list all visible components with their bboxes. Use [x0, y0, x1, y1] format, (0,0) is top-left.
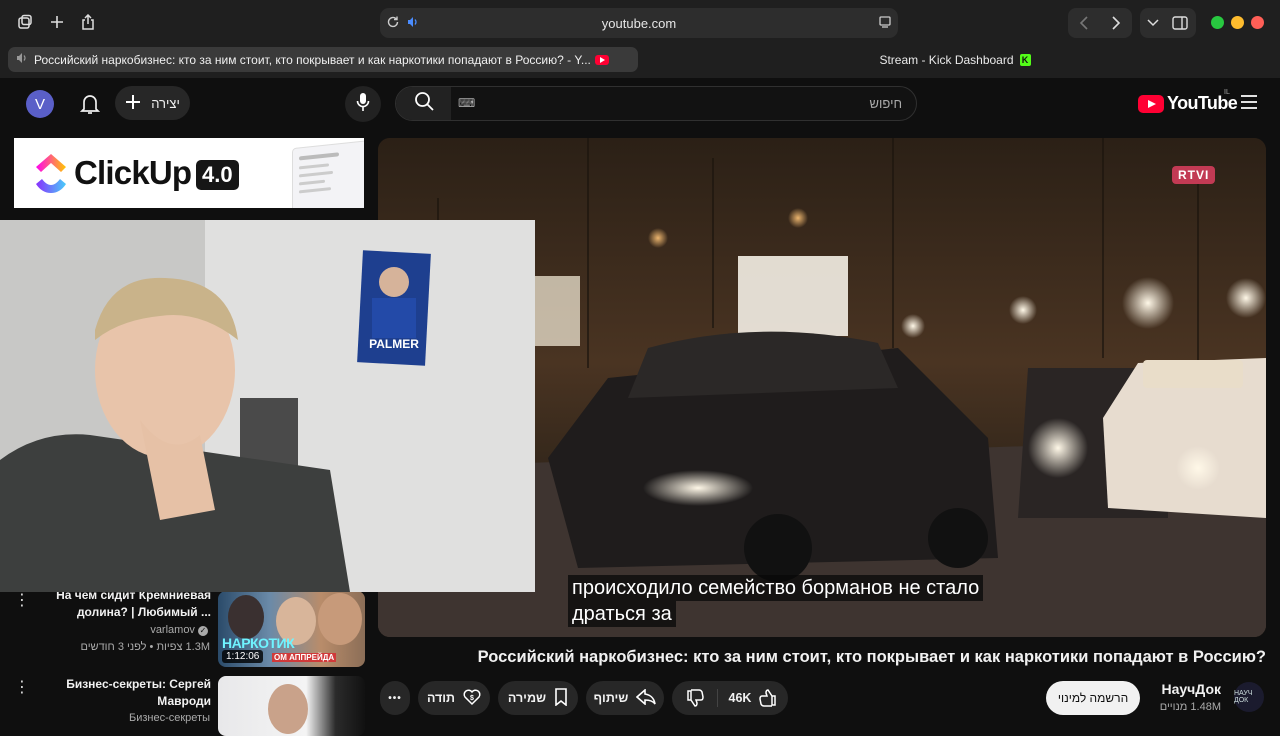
thumb-text: НАРКОТИК	[222, 635, 295, 651]
thumb-subtext: ОМ АППРЕЙДА	[272, 653, 337, 662]
like-count: 46K	[728, 691, 752, 705]
new-tab-icon[interactable]	[44, 9, 70, 35]
youtube-wordmark: YouTube	[1167, 93, 1238, 113]
window-minimize-button[interactable]	[1231, 16, 1244, 29]
subscriber-count: 1.48M מנויים	[1159, 701, 1221, 713]
share-arrow-icon	[636, 687, 657, 708]
caption-line: драться за	[568, 601, 676, 627]
like-button[interactable]: 46K	[718, 689, 788, 707]
rec-title-line: долина? | Любимый ...	[76, 605, 211, 619]
search-placeholder: חיפוש	[869, 96, 902, 111]
microphone-icon	[356, 92, 370, 117]
rec-thumbnail[interactable]: НАРКОТИК ОМ АППРЕЙДА 1:12:06	[218, 591, 365, 667]
back-icon[interactable]	[1068, 16, 1100, 30]
rec-title: Бизнес-секреты: Сергей Мавроди	[21, 676, 211, 710]
wall-poster: PALMER	[357, 250, 431, 366]
rec-thumbnail[interactable]	[218, 676, 365, 736]
tab-youtube[interactable]: Российский наркобизнес: кто за ним стоит…	[8, 47, 638, 72]
voice-search-button[interactable]	[345, 86, 381, 122]
window-close-button[interactable]	[1251, 16, 1264, 29]
rec-meta: 1.3M צפיות • לפני 3 חודשים	[80, 641, 210, 653]
reader-mode-icon[interactable]	[878, 15, 892, 32]
like-dislike-group: 46K	[672, 681, 788, 715]
caption-line: происходило семейство борманов не стало	[568, 575, 984, 601]
duration-badge: 1:12:06	[222, 650, 264, 663]
youtube-header: V יצירה ⌨ חיפוש YouTube IL	[0, 78, 1280, 130]
plus-icon	[125, 94, 141, 113]
window-zoom-button[interactable]	[1211, 16, 1224, 29]
channel-name[interactable]: НаучДок	[1161, 681, 1221, 697]
sidebar-toggle-icon[interactable]	[12, 9, 38, 35]
share-button[interactable]: שיתוף	[586, 681, 664, 715]
search-button[interactable]	[396, 87, 451, 120]
webcam-feed: PALMER	[0, 220, 535, 592]
channel-watermark: RTVI	[1172, 166, 1216, 184]
dislike-button[interactable]	[672, 689, 718, 707]
avatar[interactable]: V	[26, 90, 54, 118]
thumbs-down-icon	[686, 689, 704, 707]
ad-version-badge: 4.0	[196, 160, 239, 190]
youtube-favicon-icon	[594, 54, 609, 65]
chevron-down-icon[interactable]	[1140, 19, 1166, 27]
rec-title: На чем сидит Кремниевая долина? | Любимы…	[21, 587, 211, 621]
rec-title-line: Бизнес-секреты: Сергей	[66, 677, 211, 691]
search-input[interactable]: ⌨ חיפוש	[395, 86, 917, 121]
create-button[interactable]: יצירה	[115, 86, 190, 120]
create-label: יצירה	[151, 95, 180, 111]
subscribe-button[interactable]: הרשמה למינוי	[1046, 681, 1140, 715]
notifications-icon[interactable]	[79, 93, 101, 120]
thumb-face	[318, 593, 362, 645]
reload-icon[interactable]	[386, 15, 400, 32]
rec-title-line: Мавроди	[157, 694, 211, 708]
thumbs-up-icon	[759, 689, 777, 707]
split-view-icon[interactable]	[1166, 16, 1194, 30]
menu-icon[interactable]	[1240, 94, 1258, 115]
video-title: Российский наркобизнес: кто за ним стоит…	[477, 648, 1266, 666]
share-label: שיתוף	[593, 691, 629, 705]
ad-app-screenshot	[292, 139, 364, 208]
history-nav	[1068, 8, 1132, 38]
browser-chrome: youtube.com Российский наркобизнес: кто …	[0, 0, 1280, 78]
tab-kick-dashboard[interactable]: Stream - Kick Dashboard K	[700, 47, 1210, 72]
channel-avatar[interactable]: НАУЧ ДОК	[1234, 682, 1264, 712]
rec-channel[interactable]: Бизнес-секреты	[129, 712, 210, 724]
save-label: שמירה	[507, 691, 547, 705]
youtube-play-icon	[1138, 94, 1164, 113]
tab-title: Российский наркобизнес: кто за ним стоит…	[34, 52, 591, 67]
ad-brand: ClickUp	[74, 154, 192, 191]
youtube-logo[interactable]: YouTube	[1138, 93, 1238, 114]
share-icon[interactable]	[75, 9, 101, 35]
search-icon	[414, 91, 434, 116]
url-text: youtube.com	[601, 15, 677, 31]
save-button[interactable]: שמירה	[498, 681, 578, 715]
address-bar[interactable]: youtube.com	[380, 8, 898, 38]
kick-favicon-icon: K	[1019, 53, 1031, 66]
bookmark-icon	[554, 687, 568, 709]
tab-title: Stream - Kick Dashboard	[879, 52, 1014, 67]
tab-audio-icon[interactable]	[16, 52, 28, 67]
thanks-label: תודה	[426, 691, 456, 705]
webcam-overlay: PALMER	[0, 220, 535, 592]
more-horizontal-icon: •••	[388, 692, 402, 704]
thumb-face	[228, 595, 264, 639]
svg-text:PALMER: PALMER	[369, 337, 419, 351]
verified-icon: ✓	[198, 626, 208, 636]
forward-icon[interactable]	[1100, 16, 1132, 30]
audio-playing-icon[interactable]	[406, 15, 420, 32]
subtitles: происходило семейство борманов не стало …	[568, 575, 984, 627]
country-code: IL	[1224, 89, 1230, 96]
rec-channel[interactable]: varlamov ✓	[150, 624, 208, 636]
view-controls	[1140, 8, 1196, 38]
thanks-button[interactable]: תודה $	[418, 681, 490, 715]
keyboard-icon[interactable]: ⌨	[458, 96, 475, 110]
clickup-logo-icon	[32, 152, 70, 201]
rec-channel-name: varlamov	[150, 624, 195, 636]
svg-text:$: $	[470, 695, 474, 702]
ad-banner[interactable]: ClickUp 4.0	[14, 138, 364, 208]
more-actions-button[interactable]: •••	[380, 681, 410, 715]
thumb-face	[268, 684, 308, 734]
dollar-heart-icon: $	[463, 688, 481, 709]
